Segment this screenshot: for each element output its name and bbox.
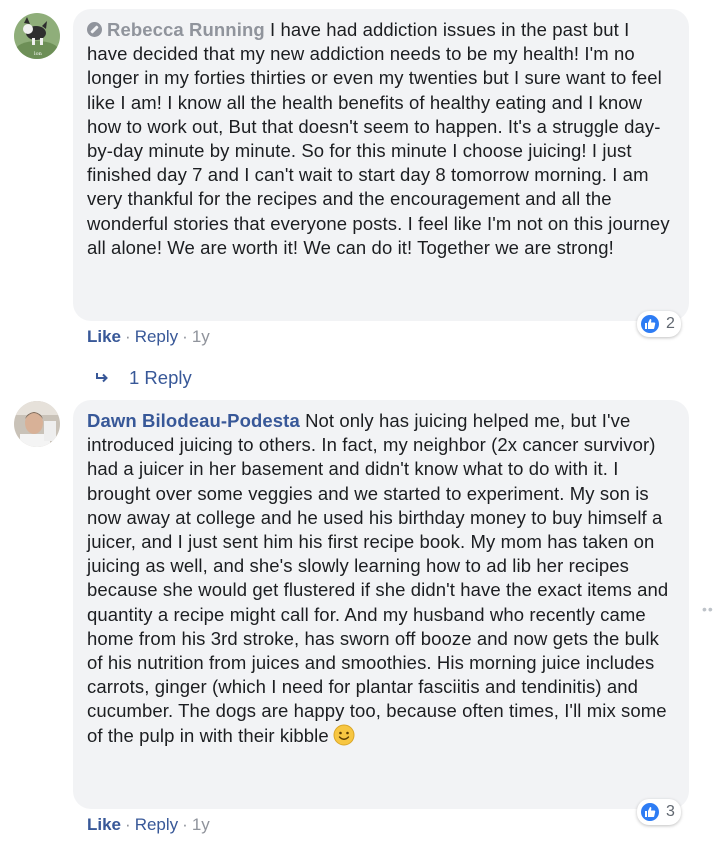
- reaction-summary[interactable]: 2: [637, 311, 681, 337]
- smiley-emoji: [333, 724, 355, 746]
- comment-body: Rebecca Running I have had addiction iss…: [87, 18, 675, 260]
- separator: ·: [125, 327, 131, 346]
- comment-text: I have had addiction issues in the past …: [87, 19, 670, 258]
- comment-author[interactable]: Rebecca Running: [87, 19, 265, 40]
- timestamp[interactable]: 1y: [192, 815, 210, 834]
- comments-page: lon Rebecca Running I have had addiction…: [0, 0, 716, 847]
- replies-count-label: 1 Reply: [129, 367, 192, 388]
- verified-badge-icon: [87, 22, 102, 37]
- timestamp[interactable]: 1y: [192, 327, 210, 346]
- like-thumb-icon: [639, 801, 661, 823]
- view-replies-link[interactable]: 1 Reply: [95, 367, 192, 389]
- reaction-summary[interactable]: 3: [637, 799, 681, 825]
- comment-actions: Like · Reply · 1y: [87, 815, 210, 835]
- reply-arrow-icon: [96, 373, 108, 383]
- comment-actions: Like · Reply · 1y: [87, 327, 210, 347]
- reaction-count: 3: [666, 803, 675, 820]
- like-link[interactable]: Like: [87, 327, 121, 346]
- reply-link[interactable]: Reply: [135, 815, 178, 834]
- separator: ·: [182, 815, 188, 834]
- separator: ·: [125, 815, 131, 834]
- avatar[interactable]: [14, 401, 60, 447]
- reply-link[interactable]: Reply: [135, 327, 178, 346]
- reaction-count: 2: [666, 315, 675, 332]
- comment-text: Not only has juicing helped me, but I've…: [87, 410, 669, 746]
- like-thumb-icon: [639, 313, 661, 335]
- avatar-man-image: [14, 401, 60, 447]
- separator: ·: [182, 327, 188, 346]
- comment-author[interactable]: Dawn Bilodeau-Podesta: [87, 410, 300, 431]
- comment-body: Dawn Bilodeau-Podesta Not only has juici…: [87, 409, 675, 748]
- comment-bubble: Rebecca Running I have had addiction iss…: [73, 9, 689, 321]
- comment-bubble: Dawn Bilodeau-Podesta Not only has juici…: [73, 400, 689, 809]
- avatar-dog-image: lon: [14, 13, 60, 59]
- avatar[interactable]: lon: [14, 13, 60, 59]
- like-link[interactable]: Like: [87, 815, 121, 834]
- more-dots-icon[interactable]: ••: [702, 601, 714, 617]
- svg-text:lon: lon: [34, 51, 43, 57]
